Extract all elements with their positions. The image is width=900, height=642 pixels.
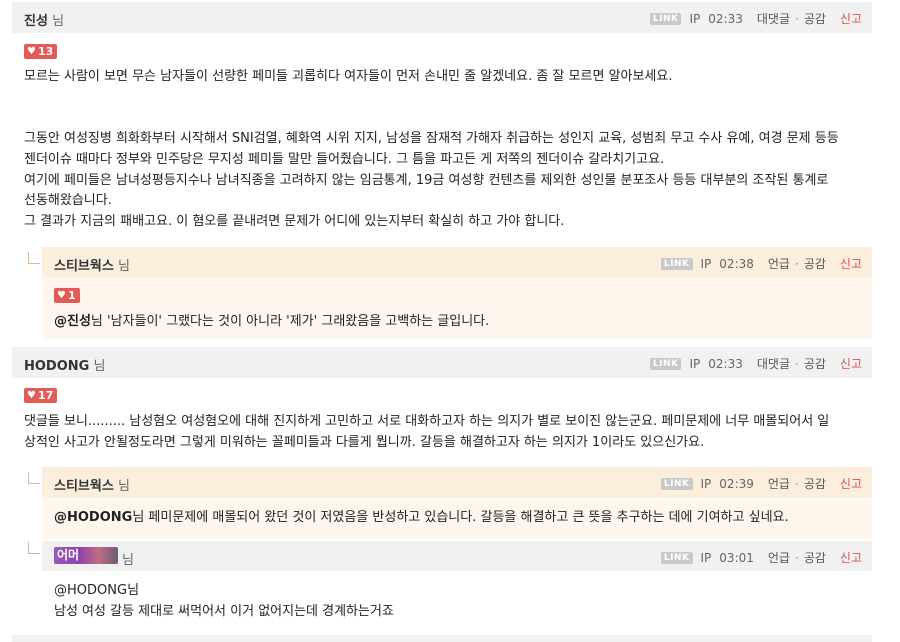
comment-header: HODONG 님 LINK IP 02:33 대댓글 · 공감 신고 [12,347,872,378]
author-suffix: 님 [52,14,65,29]
mention-button[interactable]: 언급 [768,475,790,492]
like-count: 17 [37,389,54,402]
reply-text: 님 '남자들이' 그랬다는 것이 아니라 '제가' 그래왔음을 고백하는 글입니… [90,314,490,329]
report-button[interactable]: 신고 [840,549,862,566]
comment-time: 02:33 [708,11,743,26]
comment-body-line: 여기에 페미들은 남녀성평등지수나 남녀직종을 고려하지 않는 임금통계, 19… [24,173,829,188]
ip-button[interactable]: IP [701,551,712,565]
reply-author[interactable]: 스티브웍스 님 [54,255,130,274]
comment-meta: LINK IP 02:33 대댓글 · 공감 신고 [649,10,862,27]
reply-author: 님 [122,549,134,568]
mention-link[interactable]: @HODONG [54,583,127,598]
reply-branch-line [28,252,40,264]
report-button[interactable]: 신고 [840,10,862,27]
next-comment-header [12,635,872,642]
mention-button[interactable]: 언급 [768,549,790,566]
mention-link[interactable]: @HODONG [54,510,132,525]
link-button[interactable]: LINK [660,257,693,270]
comment-meta: LINK IP 02:33 대댓글 · 공감 신고 [649,355,862,372]
separator: · [794,550,799,565]
comment-body-line: 그 결과가 지금의 패배고요. 이 혐오를 끝내려면 문제가 어디에 있는지부터… [24,214,565,229]
reply-text: 님 페미문제에 매몰되어 왔던 것이 저였음을 반성하고 있습니다. 갈등을 해… [132,510,789,525]
comment-body-line: 모르는 사람이 보면 무슨 남자들이 선량한 페미들 괴롭히다 여자들이 먼저 … [24,69,673,84]
link-button[interactable]: LINK [660,477,693,490]
report-button[interactable]: 신고 [840,355,862,372]
comment-body-line: 상적인 사고가 안될정도라면 그렇게 미워하는 꼴페미들과 다를게 뭡니까. 갈… [24,435,705,450]
reply-header: 어머 님 LINK IP 03:01 언급 · 공감 신고 [42,541,872,571]
separator: · [794,11,799,26]
like-button[interactable]: 공감 [804,355,826,372]
like-count-badge: ♥ 1 [54,288,80,303]
ip-button[interactable]: IP [701,477,712,491]
author-name: 어머 [57,548,80,562]
comment-body-line: 선동해왔습니다. [24,193,112,208]
comment-time: 02:33 [708,356,743,371]
heart-icon: ♥ [27,390,36,401]
author-suffix: 님 [93,359,106,374]
reply-time: 02:38 [719,256,754,271]
reply-body: @HODONG님 페미문제에 매몰되어 왔던 것이 저였음을 반성하고 있습니다… [54,507,789,528]
comment-body-line: 댓글들 보니......... 남성혐오 여성혐오에 대해 진지하게 고민하고 … [24,414,830,429]
reply-meta: LINK IP 02:39 언급 · 공감 신고 [660,475,862,492]
like-button[interactable]: 공감 [804,549,826,566]
reply-header: 스티브웍스 님 LINK IP 02:38 언급 · 공감 신고 [42,247,872,277]
mention-suffix: 님 [127,583,140,598]
separator: · [794,256,799,271]
reply-meta: LINK IP 02:38 언급 · 공감 신고 [660,255,862,272]
comment-body-line: 그동안 여성징병 희화화부터 시작해서 SNI검열, 혜화역 시위 지지, 남성… [24,131,839,146]
like-count: 1 [67,289,76,302]
like-button[interactable]: 공감 [804,255,826,272]
separator: · [794,476,799,491]
heart-icon: ♥ [57,290,66,301]
author-name[interactable]: HODONG [24,359,89,374]
like-button[interactable]: 공감 [804,475,826,492]
like-button[interactable]: 공감 [804,10,826,27]
reply-button[interactable]: 대댓글 [757,355,790,372]
like-count-badge: ♥ 17 [24,388,58,403]
separator: · [794,356,799,371]
author-suffix: 님 [122,553,134,568]
comment-author[interactable]: 진성 님 [24,10,64,29]
reply-body: @진성님 '남자들이' 그랬다는 것이 아니라 '제가' 그래왔음을 고백하는 … [54,311,489,332]
reply-meta: LINK IP 03:01 언급 · 공감 신고 [660,549,862,566]
link-button[interactable]: LINK [660,551,693,564]
ip-button[interactable]: IP [701,257,712,271]
mention-link[interactable]: @진성 [54,314,91,329]
ip-button[interactable]: IP [689,357,700,371]
author-name[interactable]: 스티브웍스 [54,479,114,494]
reply-header: 스티브웍스 님 LINK IP 02:39 언급 · 공감 신고 [42,467,872,497]
author-name[interactable]: 스티브웍스 [54,259,114,274]
ip-button[interactable]: IP [689,12,700,26]
reply-time: 03:01 [719,550,754,565]
comment-body-line: 젠더이슈 때마다 정부와 민주당은 무지성 페미들 말만 들어줬습니다. 그 틈… [24,152,665,167]
report-button[interactable]: 신고 [840,255,862,272]
mention-button[interactable]: 언급 [768,255,790,272]
author-suffix: 님 [117,259,130,274]
link-button[interactable]: LINK [649,12,682,25]
reply-time: 02:39 [719,476,754,491]
author-name[interactable]: 진성 [24,14,48,29]
reply-button[interactable]: 대댓글 [757,10,790,27]
reply-body-line: 남성 여성 갈등 제대로 써먹어서 이거 없어지는데 경계하는거죠 [54,604,394,619]
like-count: 13 [37,45,54,58]
author-suffix: 님 [117,479,130,494]
report-button[interactable]: 신고 [840,475,862,492]
reply-branch-line [28,472,40,484]
heart-icon: ♥ [27,46,36,57]
comment-header: 진성 님 LINK IP 02:33 대댓글 · 공감 신고 [12,2,872,33]
like-count-badge: ♥ 13 [24,44,58,59]
reply-body-line: @HODONG님 [54,580,139,601]
reply-branch-line [28,542,40,554]
nickname-image[interactable]: 어머 [54,547,118,564]
reply-author[interactable]: 스티브웍스 님 [54,475,130,494]
link-button[interactable]: LINK [649,357,682,370]
comment-author[interactable]: HODONG 님 [24,355,105,374]
